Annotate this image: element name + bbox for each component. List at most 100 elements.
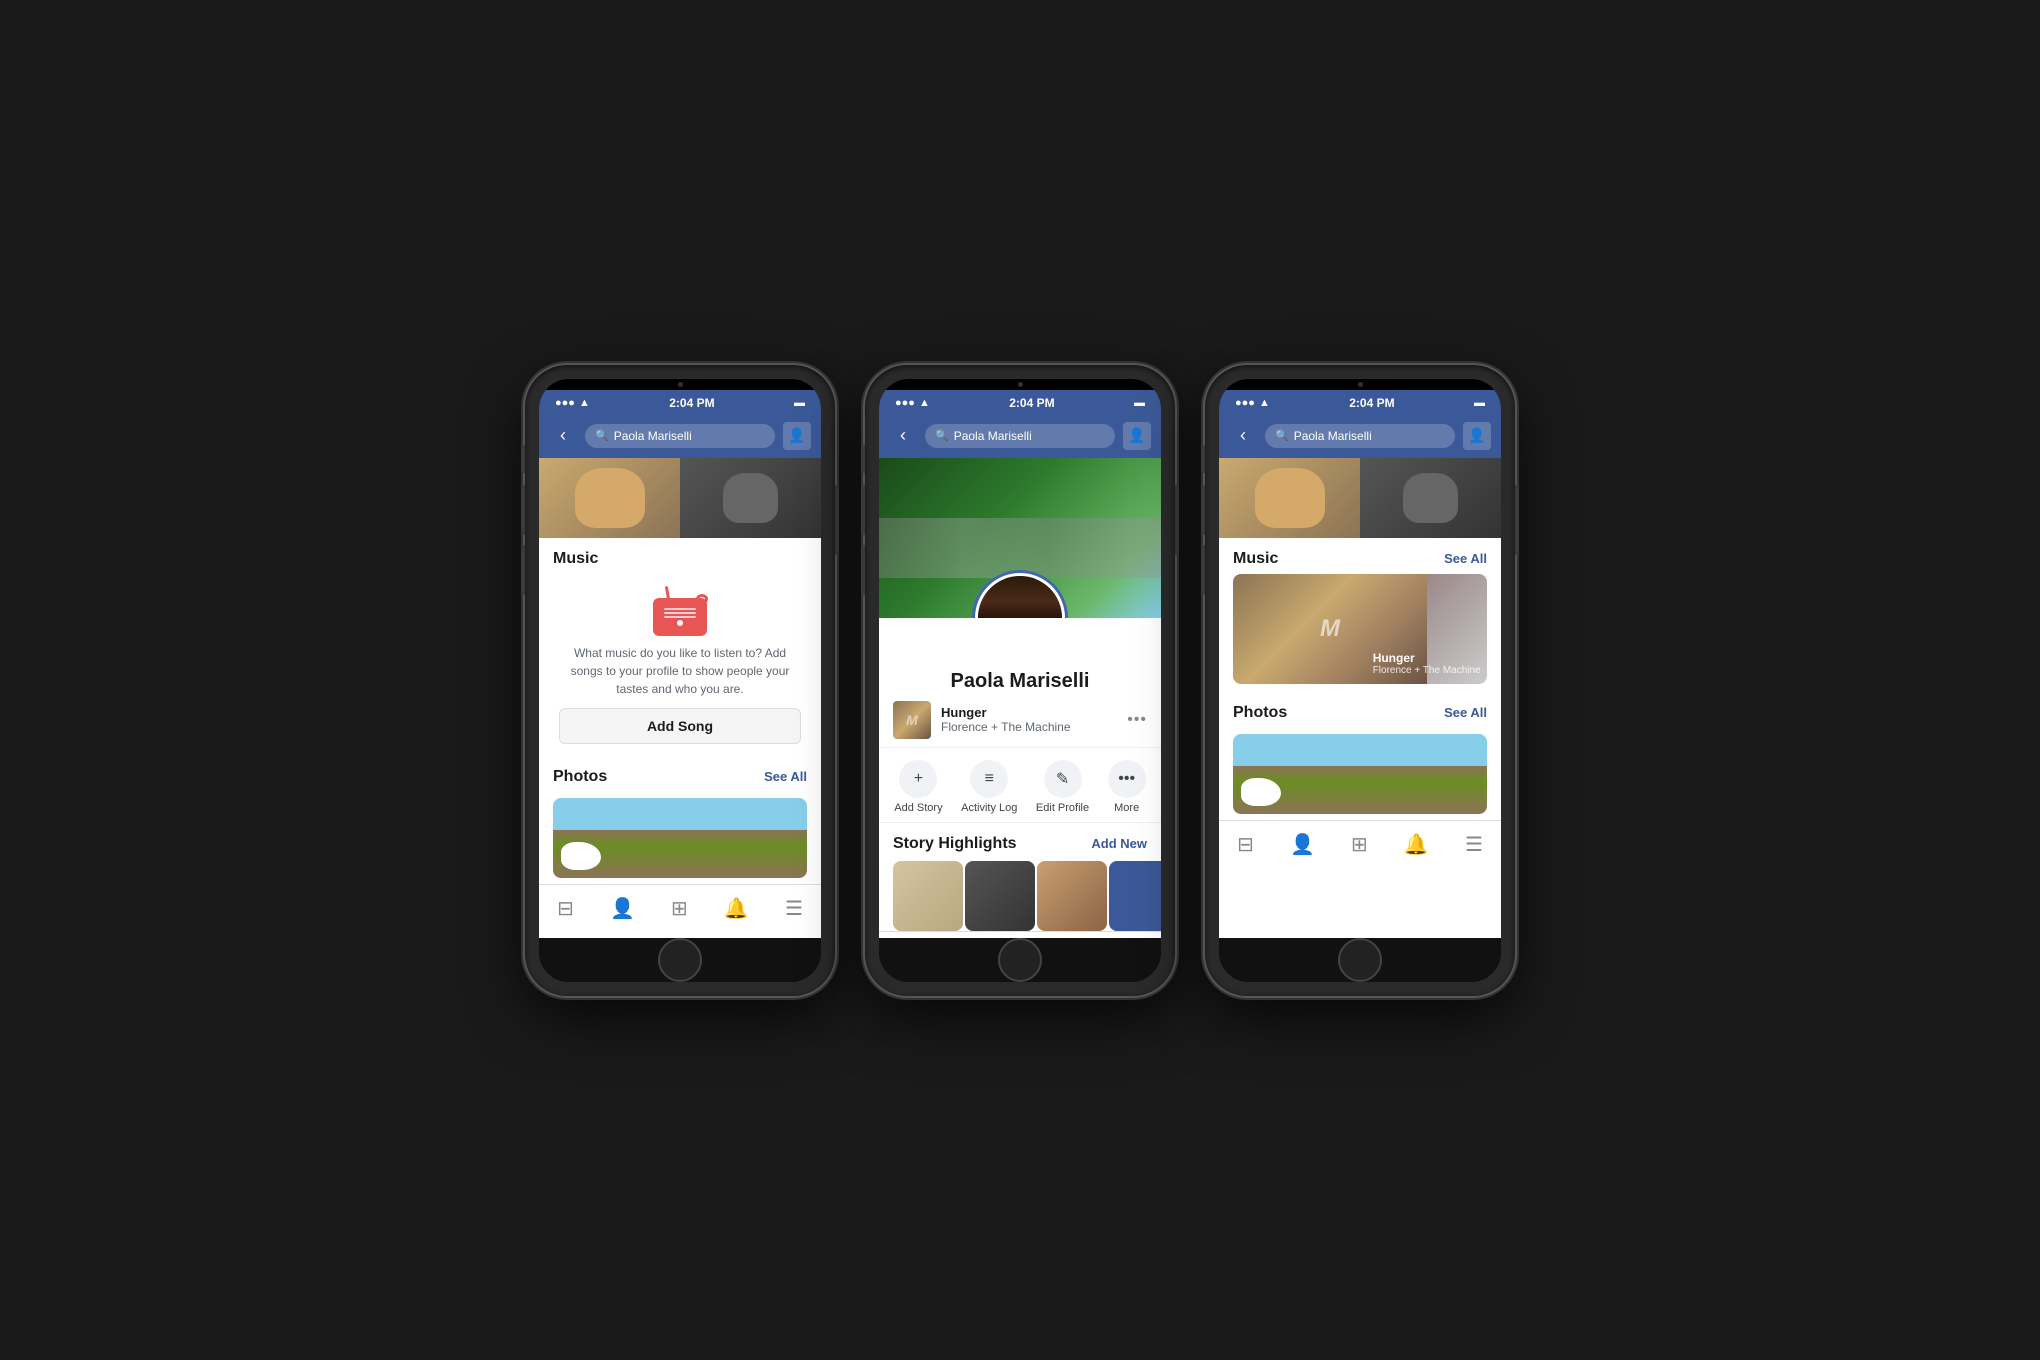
status-left-2: ●●● ▲ xyxy=(895,397,930,409)
back-button-1[interactable]: ‹ xyxy=(549,425,577,446)
volume-up-button-2[interactable] xyxy=(861,485,865,535)
power-button[interactable] xyxy=(835,485,839,555)
story-highlights-header-2: Story Highlights Add New xyxy=(879,823,1161,861)
radio-icon-1 xyxy=(650,586,710,636)
photos-header-1: Photos See All xyxy=(539,756,821,792)
tab-marketplace-3[interactable]: ⊞ xyxy=(1351,832,1368,857)
tab-profile-3[interactable]: 👤 xyxy=(1290,832,1315,857)
add-new-button-2[interactable]: Add New xyxy=(1091,836,1147,851)
album-logo-3: M xyxy=(1320,615,1340,643)
camera-2 xyxy=(1018,382,1023,387)
music-header-3: Music See All xyxy=(1219,538,1501,574)
phone-1-screen: ●●● ▲ 2:04 PM ▬ ‹ 🔍 Paola Mariselli 👤 xyxy=(539,379,821,982)
story-row-2 xyxy=(879,861,1161,931)
person-icon-1[interactable]: 👤 xyxy=(783,422,811,450)
tab-bar-1: ⊟ 👤 ⊞ 🔔 ☰ xyxy=(539,884,821,932)
back-button-3[interactable]: ‹ xyxy=(1229,425,1257,446)
screen-1: Music What music do you like to listen t… xyxy=(539,458,821,938)
tab-marketplace-1[interactable]: ⊞ xyxy=(671,896,688,921)
status-right-3: ▬ xyxy=(1474,397,1485,409)
nav-bar-1: ‹ 🔍 Paola Mariselli 👤 xyxy=(539,414,821,458)
profile-name-2: Paola Mariselli xyxy=(879,670,1161,693)
status-left-3: ●●● ▲ xyxy=(1235,397,1270,409)
profile-picture-2[interactable] xyxy=(975,573,1065,618)
add-story-button[interactable]: + Add Story xyxy=(894,760,942,814)
phone-3: ●●● ▲ 2:04 PM ▬ ‹ 🔍 Paola Mariselli 👤 xyxy=(1205,365,1515,996)
search-icon-2: 🔍 xyxy=(935,429,949,442)
cover-photos-3 xyxy=(1219,458,1501,538)
photos-see-all-1[interactable]: See All xyxy=(764,769,807,784)
power-button-2[interactable] xyxy=(1175,485,1179,555)
camera-3 xyxy=(1358,382,1363,387)
album-thumbnail-2: M xyxy=(893,701,931,739)
battery-icon-2: ▬ xyxy=(1134,397,1145,409)
mute-button-3[interactable] xyxy=(1201,445,1205,473)
cover-photo-dog1 xyxy=(539,458,680,538)
more-button[interactable]: ••• More xyxy=(1108,760,1146,814)
volume-down-button-3[interactable] xyxy=(1201,545,1205,595)
status-left-1: ●●● ▲ xyxy=(555,397,590,409)
signal-icon: ●●● xyxy=(555,397,575,409)
battery-icon-3: ▬ xyxy=(1474,397,1485,409)
radio-body xyxy=(653,598,707,636)
tab-bell-1[interactable]: 🔔 xyxy=(724,896,749,921)
status-bar-3: ●●● ▲ 2:04 PM ▬ xyxy=(1219,390,1501,414)
radio-line-3 xyxy=(664,616,696,618)
phone-2-screen: ●●● ▲ 2:04 PM ▬ ‹ 🔍 Paola Mariselli 👤 xyxy=(879,379,1161,982)
activity-log-button[interactable]: ≡ Activity Log xyxy=(961,760,1017,814)
search-icon-3: 🔍 xyxy=(1275,429,1289,442)
music-card-song-3: Hunger xyxy=(1373,651,1481,665)
cover-photo-dog1-3 xyxy=(1219,458,1360,538)
cover-photo-dog2-3 xyxy=(1360,458,1501,538)
story-thumb-3[interactable] xyxy=(1037,861,1107,931)
dog-shape-2-3 xyxy=(1403,473,1458,523)
goat-photo-img-1 xyxy=(553,798,807,878)
tab-news-1[interactable]: ⊟ xyxy=(557,896,574,921)
power-button-3[interactable] xyxy=(1515,485,1519,555)
status-right-2: ▬ xyxy=(1134,397,1145,409)
music-see-all-3[interactable]: See All xyxy=(1444,551,1487,566)
bottom-bar-1 xyxy=(539,938,821,982)
add-song-button[interactable]: Add Song xyxy=(559,708,801,744)
photos-see-all-3[interactable]: See All xyxy=(1444,705,1487,720)
profile-pic-wrapper-2 xyxy=(975,573,1065,618)
back-button-2[interactable]: ‹ xyxy=(889,425,917,446)
music-card-3[interactable]: M Hunger Florence + The Machine xyxy=(1233,574,1487,684)
volume-down-button-2[interactable] xyxy=(861,545,865,595)
edit-profile-button[interactable]: ✎ Edit Profile xyxy=(1036,760,1089,814)
more-icon: ••• xyxy=(1108,760,1146,798)
more-label: More xyxy=(1114,802,1139,814)
search-bar-3[interactable]: 🔍 Paola Mariselli xyxy=(1265,424,1455,448)
story-thumb-1[interactable] xyxy=(893,861,963,931)
tab-bar-2: ⊟ 👤 ⊞ 🔔 ☰ xyxy=(879,931,1161,938)
status-bar-2: ●●● ▲ 2:04 PM ▬ xyxy=(879,390,1161,414)
status-time-3: 2:04 PM xyxy=(1349,396,1394,410)
dog-shape-2 xyxy=(723,473,778,523)
person-icon-3[interactable]: 👤 xyxy=(1463,422,1491,450)
tab-menu-3[interactable]: ☰ xyxy=(1465,832,1483,857)
home-button-1[interactable] xyxy=(658,938,702,982)
signal-icon-2: ●●● xyxy=(895,397,915,409)
action-buttons-2: + Add Story ≡ Activity Log ✎ Edit Profil… xyxy=(879,748,1161,823)
tab-menu-1[interactable]: ☰ xyxy=(785,896,803,921)
volume-down-button[interactable] xyxy=(521,545,525,595)
story-thumb-2[interactable] xyxy=(965,861,1035,931)
add-story-label: Add Story xyxy=(894,802,942,814)
search-bar-1[interactable]: 🔍 Paola Mariselli xyxy=(585,424,775,448)
song-title-2: Hunger xyxy=(941,705,1117,720)
more-dots-2[interactable]: ••• xyxy=(1127,711,1147,729)
volume-up-button[interactable] xyxy=(521,485,525,535)
search-bar-2[interactable]: 🔍 Paola Mariselli xyxy=(925,424,1115,448)
volume-up-button-3[interactable] xyxy=(1201,485,1205,535)
home-button-2[interactable] xyxy=(998,938,1042,982)
tab-bell-3[interactable]: 🔔 xyxy=(1404,832,1429,857)
home-button-3[interactable] xyxy=(1338,938,1382,982)
mute-button-2[interactable] xyxy=(861,445,865,473)
tab-bar-3: ⊟ 👤 ⊞ 🔔 ☰ xyxy=(1219,820,1501,868)
mute-button[interactable] xyxy=(521,445,525,473)
tab-profile-1[interactable]: 👤 xyxy=(610,896,635,921)
tab-news-3[interactable]: ⊟ xyxy=(1237,832,1254,857)
story-thumb-4[interactable] xyxy=(1109,861,1161,931)
story-highlights-title-2: Story Highlights xyxy=(893,835,1017,853)
person-icon-2[interactable]: 👤 xyxy=(1123,422,1151,450)
